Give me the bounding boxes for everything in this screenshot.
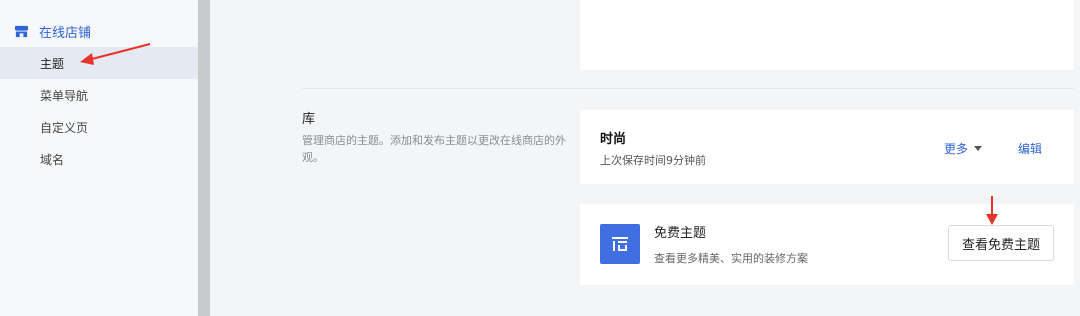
sidebar-item-label: 主题 bbox=[40, 56, 65, 71]
sidebar-item-label: 自定义页 bbox=[40, 120, 89, 135]
sidebar-item-menu-navigation[interactable]: 菜单导航 bbox=[0, 79, 198, 111]
section-divider bbox=[302, 88, 1074, 89]
library-title: 库 bbox=[302, 112, 316, 127]
edit-link[interactable]: 编辑 bbox=[1018, 140, 1042, 157]
free-themes-description: 查看更多精美、实用的装修方案 bbox=[654, 252, 808, 265]
sidebar-item-domains[interactable]: 域名 bbox=[0, 143, 198, 175]
free-themes-card: 免费主题 查看更多精美、实用的装修方案 查看免费主题 bbox=[580, 204, 1074, 285]
online-store-header[interactable]: 在线店铺 bbox=[0, 15, 198, 47]
online-store-label: 在线店铺 bbox=[39, 25, 92, 41]
more-label: 更多 bbox=[944, 142, 969, 156]
theme-layout-icon bbox=[600, 224, 640, 264]
sidebar: 在线店铺 主题 菜单导航 自定义页 域名 bbox=[0, 0, 198, 316]
theme-saved-time: 上次保存时间9分钟前 bbox=[600, 154, 706, 167]
sidebar-item-label: 菜单导航 bbox=[40, 88, 89, 103]
view-free-themes-button[interactable]: 查看免费主题 bbox=[948, 225, 1054, 261]
free-themes-title: 免费主题 bbox=[654, 226, 707, 241]
top-card bbox=[580, 0, 1074, 70]
caret-down-icon bbox=[974, 146, 983, 151]
current-theme-card: 时尚 上次保存时间9分钟前 更多 编辑 bbox=[580, 110, 1074, 184]
more-dropdown[interactable]: 更多 bbox=[944, 140, 983, 157]
library-description: 管理商店的主题。添加和发布主题以更改在线商店的外观。 bbox=[302, 134, 566, 164]
sidebar-divider bbox=[198, 0, 210, 316]
theme-name: 时尚 bbox=[600, 132, 627, 147]
sidebar-item-custom-pages[interactable]: 自定义页 bbox=[0, 111, 198, 143]
theme-layout-glyph bbox=[612, 237, 628, 251]
sidebar-item-label: 域名 bbox=[40, 152, 65, 167]
sidebar-item-themes[interactable]: 主题 bbox=[0, 47, 198, 79]
store-icon bbox=[14, 25, 29, 37]
